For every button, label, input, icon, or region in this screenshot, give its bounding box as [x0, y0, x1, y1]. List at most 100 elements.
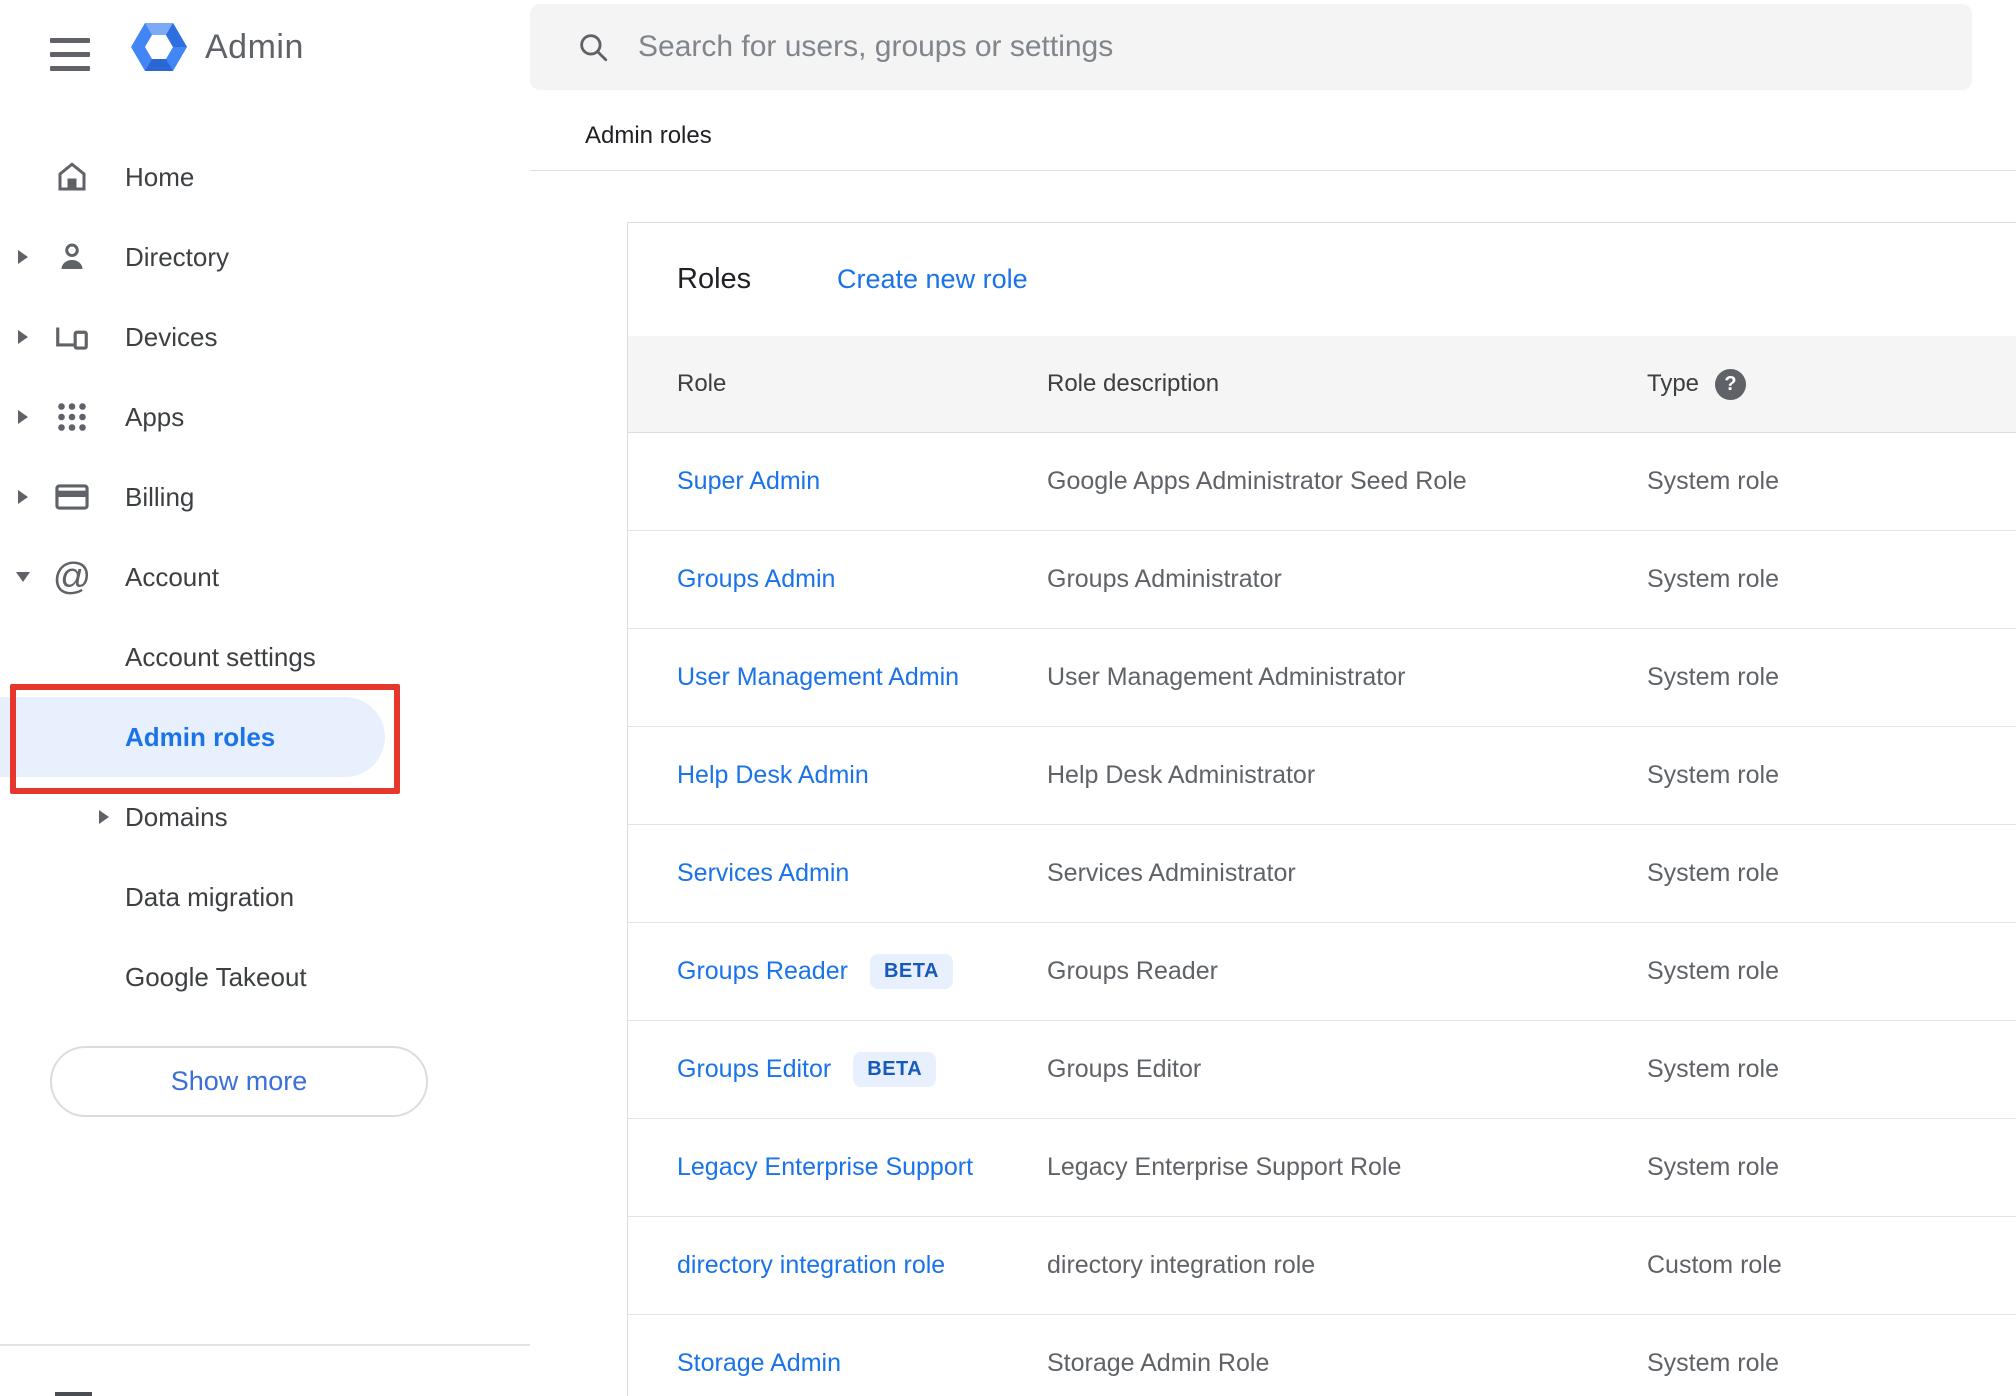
- table-header-row: Role Role description Type ?: [628, 336, 2016, 433]
- app-logo: Admin: [127, 14, 304, 80]
- role-description: directory integration role: [1047, 1251, 1316, 1279]
- role-description: Groups Administrator: [1047, 565, 1282, 593]
- role-description: User Management Administrator: [1047, 663, 1406, 691]
- sidebar-item-home[interactable]: Home: [0, 137, 530, 217]
- expand-arrow-icon[interactable]: [18, 330, 28, 344]
- admin-hexagon-logo-icon: [131, 23, 187, 71]
- role-type: System role: [1647, 467, 1779, 495]
- sidebar-divider: [0, 1344, 530, 1346]
- role-description: Groups Reader: [1047, 957, 1218, 985]
- roles-card: Roles Create new role Role Role descript…: [627, 222, 2016, 1396]
- card-header: Roles Create new role: [628, 223, 2016, 336]
- sidebar-subitem-label: Account settings: [125, 641, 316, 672]
- expand-arrow-icon[interactable]: [99, 810, 109, 824]
- role-link[interactable]: Help Desk Admin: [677, 761, 869, 790]
- header-divider: [530, 170, 2016, 171]
- role-link[interactable]: Groups Editor: [677, 1055, 831, 1084]
- expand-arrow-icon[interactable]: [18, 250, 28, 264]
- table-body: Super Admin Google Apps Administrator See…: [628, 433, 2016, 1396]
- sidebar-item-devices[interactable]: Devices: [0, 297, 530, 377]
- help-icon[interactable]: ?: [1715, 368, 1747, 400]
- table-row: Super Admin Google Apps Administrator See…: [628, 433, 2016, 531]
- sidebar-item-admin-roles[interactable]: Admin roles: [0, 697, 530, 777]
- sidebar-item-domains[interactable]: Domains: [0, 777, 530, 857]
- role-type: System role: [1647, 663, 1779, 691]
- role-description: Services Administrator: [1047, 859, 1296, 887]
- sidebar-subitem-label: Domains: [125, 801, 228, 832]
- devices-icon: [52, 317, 92, 357]
- table-row: Legacy Enterprise Support Legacy Enterpri…: [628, 1119, 2016, 1217]
- role-link[interactable]: User Management Admin: [677, 663, 959, 692]
- role-type: System role: [1647, 565, 1779, 593]
- app-title: Admin: [205, 27, 304, 66]
- role-type: System role: [1647, 957, 1779, 985]
- sidebar-item-billing[interactable]: Billing: [0, 457, 530, 537]
- role-link[interactable]: Groups Admin: [677, 565, 835, 594]
- search-bar[interactable]: [530, 4, 1972, 90]
- home-icon: [52, 157, 92, 197]
- sidebar-item-account[interactable]: @ Account: [0, 537, 530, 617]
- hamburger-menu-icon[interactable]: [50, 38, 90, 74]
- role-cell: Services Admin: [677, 859, 849, 888]
- role-link[interactable]: Legacy Enterprise Support: [677, 1153, 973, 1182]
- table-row: User Management Admin User Management Adm…: [628, 629, 2016, 727]
- role-cell: Storage Admin: [677, 1349, 841, 1378]
- role-type: System role: [1647, 859, 1779, 887]
- role-description: Groups Editor: [1047, 1055, 1202, 1083]
- sidebar-subitem-label: Google Takeout: [125, 961, 307, 992]
- partial-bottom-icon: [55, 1392, 92, 1396]
- role-link[interactable]: Super Admin: [677, 467, 820, 496]
- role-description: Google Apps Administrator Seed Role: [1047, 467, 1467, 495]
- sidebar-item-label: Billing: [125, 481, 195, 512]
- show-more-button[interactable]: Show more: [50, 1046, 428, 1117]
- sidebar-item-label: Devices: [125, 321, 218, 352]
- collapse-arrow-icon[interactable]: [16, 572, 30, 582]
- sidebar-item-label: Account: [125, 561, 219, 592]
- sidebar: Admin Home Directory Devices Apps Billin…: [0, 0, 530, 1396]
- role-cell: Super Admin: [677, 467, 820, 496]
- person-icon: [52, 237, 92, 277]
- role-type: System role: [1647, 1349, 1779, 1377]
- sidebar-subitem-label: Admin roles: [125, 721, 276, 752]
- beta-badge: BETA: [869, 954, 953, 989]
- sidebar-item-apps[interactable]: Apps: [0, 377, 530, 457]
- table-row: Services Admin Services Administrator Syst…: [628, 825, 2016, 923]
- table-row: Help Desk Admin Help Desk Administrator Sy…: [628, 727, 2016, 825]
- beta-badge: BETA: [853, 1052, 937, 1087]
- expand-arrow-icon[interactable]: [18, 490, 28, 504]
- table-row: directory integration role directory inte…: [628, 1217, 2016, 1315]
- page-title: Roles: [677, 263, 752, 295]
- table-row: Storage Admin Storage Admin Role System ro…: [628, 1315, 2016, 1396]
- role-cell: Legacy Enterprise Support: [677, 1153, 973, 1182]
- sidebar-item-directory[interactable]: Directory: [0, 217, 530, 297]
- role-cell: Groups Admin: [677, 565, 835, 594]
- create-new-role-link[interactable]: Create new role: [837, 264, 1028, 295]
- role-description: Help Desk Administrator: [1047, 761, 1316, 789]
- sidebar-item-google-takeout[interactable]: Google Takeout: [0, 937, 530, 1017]
- sidebar-item-account-settings[interactable]: Account settings: [0, 617, 530, 697]
- column-header-role: Role: [677, 370, 727, 397]
- role-cell: Groups Reader BETA: [677, 954, 953, 989]
- role-link[interactable]: Storage Admin: [677, 1349, 841, 1378]
- at-sign-icon: @: [52, 555, 92, 598]
- sidebar-item-label: Home: [125, 161, 195, 192]
- role-cell: User Management Admin: [677, 663, 959, 692]
- sidebar-item-label: Apps: [125, 401, 185, 432]
- credit-card-icon: [52, 477, 92, 517]
- role-description: Storage Admin Role: [1047, 1349, 1270, 1377]
- table-row: Groups Admin Groups Administrator System r…: [628, 531, 2016, 629]
- role-cell: Groups Editor BETA: [677, 1052, 937, 1087]
- role-type: System role: [1647, 761, 1779, 789]
- sidebar-item-data-migration[interactable]: Data migration: [0, 857, 530, 937]
- table-row: Groups Reader BETA Groups Reader System rol…: [628, 923, 2016, 1021]
- role-link[interactable]: directory integration role: [677, 1251, 945, 1280]
- search-input[interactable]: [638, 30, 1972, 64]
- role-description: Legacy Enterprise Support Role: [1047, 1153, 1402, 1181]
- role-type: System role: [1647, 1153, 1779, 1181]
- role-link[interactable]: Services Admin: [677, 859, 849, 888]
- role-type: Custom role: [1647, 1251, 1782, 1279]
- role-link[interactable]: Groups Reader: [677, 957, 848, 986]
- column-header-description: Role description: [1047, 370, 1220, 397]
- expand-arrow-icon[interactable]: [18, 410, 28, 424]
- role-type: System role: [1647, 1055, 1779, 1083]
